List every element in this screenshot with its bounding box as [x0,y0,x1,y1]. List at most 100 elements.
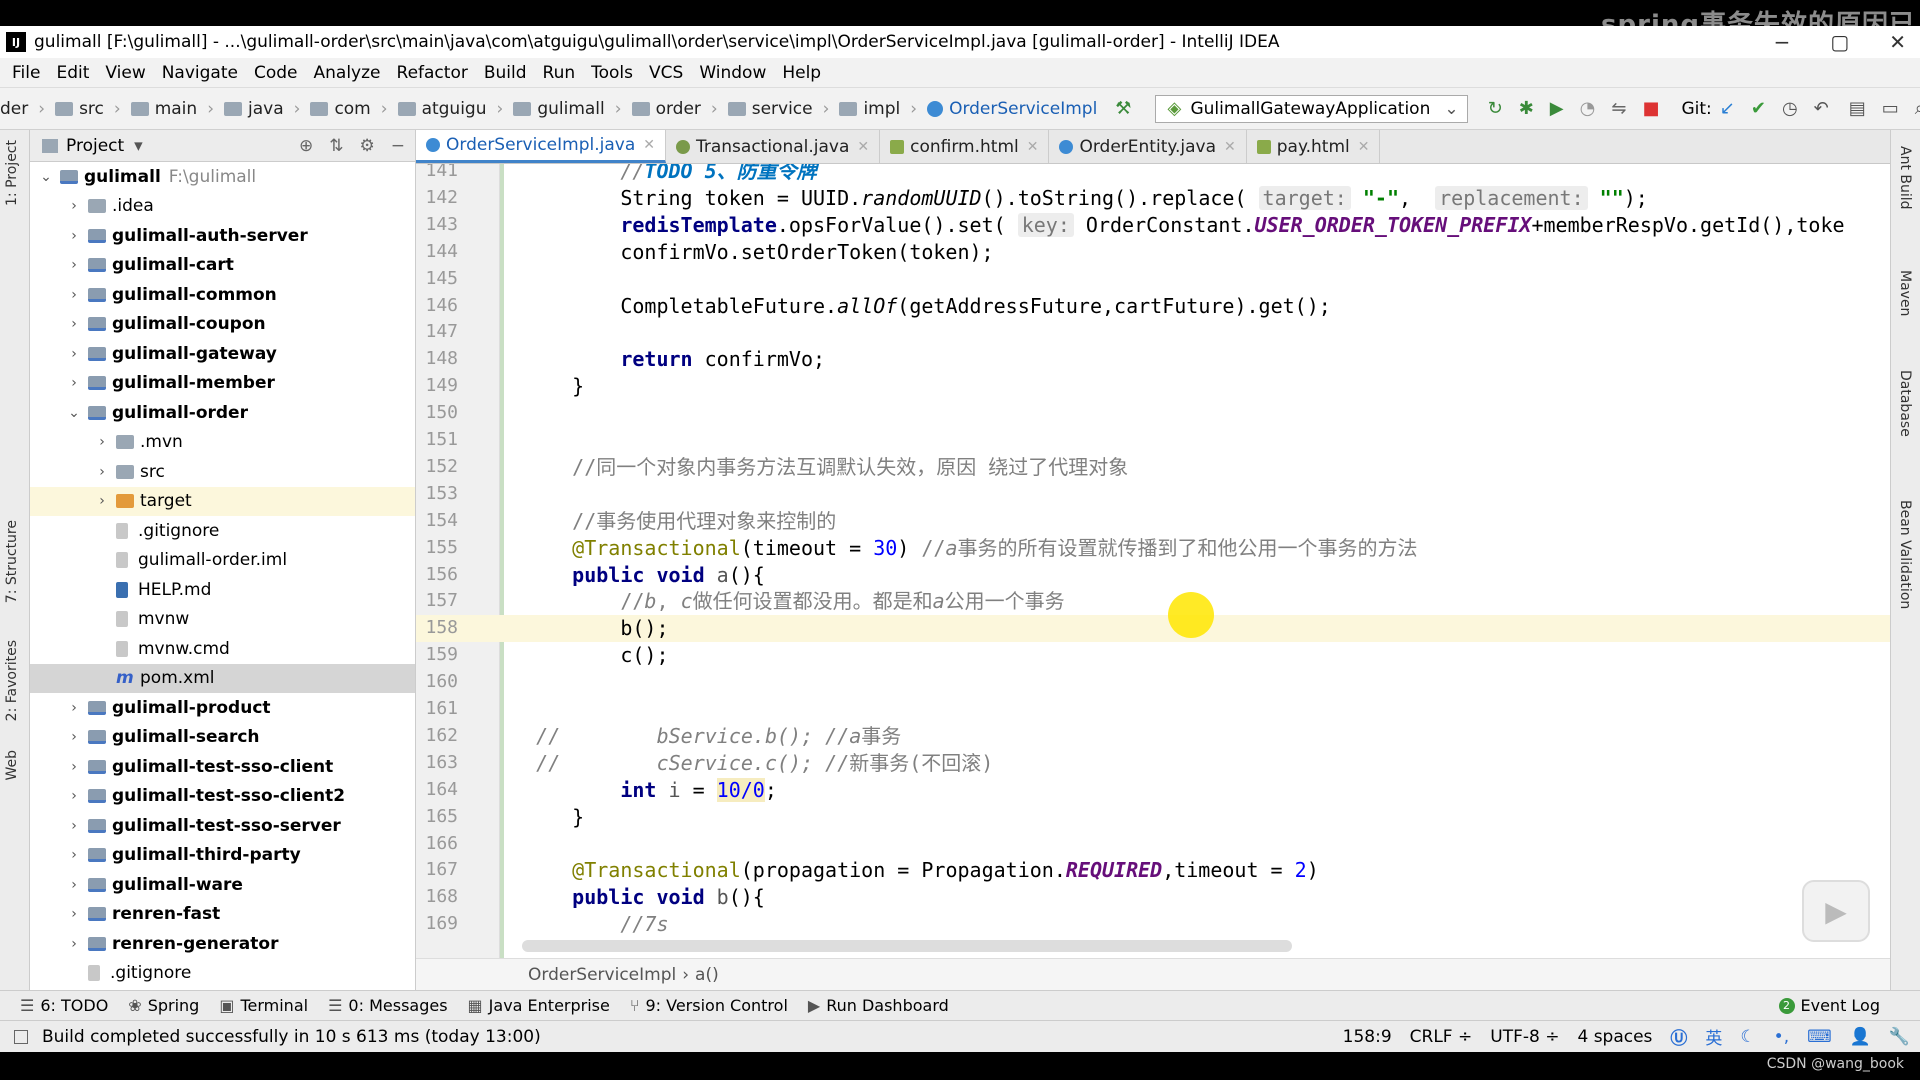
code-editor[interactable]: 141 //TODO 5、防重令牌 142 String token = UUID… [416,164,1890,958]
profile-icon[interactable]: ◔ [1580,98,1596,119]
right-tool-database[interactable]: Database [1897,370,1913,437]
code-line[interactable]: 153 [416,481,1890,508]
chevron-down-icon[interactable]: ▾ [134,136,143,156]
ime-language[interactable]: 英 [1705,1024,1722,1049]
rerun-icon[interactable]: ↻ [1488,98,1503,119]
code-line[interactable]: 159 c(); [416,642,1890,669]
tree-item[interactable]: › gulimall-test-sso-client [30,752,415,782]
close-tab-icon[interactable]: ✕ [1358,139,1370,155]
hide-icon[interactable]: − [391,136,405,156]
breadcrumb-item[interactable]: der › [0,99,45,119]
tree-item[interactable]: › gulimall-test-sso-client2 [30,782,415,812]
collapse-all-icon[interactable]: ⇅ [329,136,343,156]
tool-window-spring[interactable]: ❀ Spring [128,996,199,1015]
chevron-right-icon[interactable]: › [66,847,82,863]
close-tab-icon[interactable]: ✕ [643,137,655,153]
breadcrumb-item[interactable]: main › [130,99,214,119]
menu-item-help[interactable]: Help [782,63,821,83]
tree-item[interactable]: › renren-fast [30,900,415,930]
chevron-right-icon[interactable]: › [66,375,82,391]
minimize-icon[interactable]: − [1774,30,1791,54]
git-commit-icon[interactable]: ✔ [1751,98,1766,119]
chevron-right-icon[interactable]: › [66,316,82,332]
chevron-right-icon[interactable]: › [66,818,82,834]
code-line[interactable]: 145 [416,266,1890,293]
file-encoding[interactable]: UTF-8 ÷ [1490,1027,1559,1047]
menu-item-run[interactable]: Run [543,63,576,83]
chevron-right-icon[interactable]: › [66,788,82,804]
tree-item[interactable]: ⌄ gulimall-order [30,398,415,428]
tree-item[interactable]: › gulimall-search [30,723,415,753]
close-tab-icon[interactable]: ✕ [857,139,869,155]
left-tool-1-project[interactable]: 1: Project [4,140,20,206]
code-line[interactable]: 146 CompletableFuture.allOf(getAddressFu… [416,293,1890,320]
code-line[interactable]: 168 public void b(){ [416,884,1890,911]
maximize-icon[interactable]: ▢ [1830,30,1849,54]
tool-window-java-enterprise[interactable]: ▦ Java Enterprise [468,996,610,1015]
locate-icon[interactable]: ⊕ [299,136,313,156]
code-line[interactable]: 166 [416,831,1890,858]
tree-item[interactable]: › gulimall-ware [30,870,415,900]
tree-item[interactable]: › gulimall-auth-server [30,221,415,251]
code-line[interactable]: 149 } [416,373,1890,400]
tree-item[interactable]: m pom.xml [30,663,415,693]
code-line[interactable]: 151 [416,427,1890,454]
chevron-right-icon[interactable]: › [66,700,82,716]
stop-icon[interactable]: ■ [1642,98,1659,119]
breadcrumb-item[interactable]: atguigu › [397,99,503,119]
close-icon[interactable]: ✕ [1889,30,1906,54]
menu-item-code[interactable]: Code [254,63,298,83]
code-line[interactable]: 162 // bService.b(); //a事务 [416,723,1890,750]
tool-window-9-version-control[interactable]: ⑂ 9: Version Control [630,996,788,1015]
left-tool-2-favorites[interactable]: 2: Favorites [4,640,20,721]
status-toggle-icon[interactable] [14,1029,28,1044]
menu-item-edit[interactable]: Edit [56,63,89,83]
tree-item[interactable]: › .idea [30,192,415,222]
chevron-right-icon[interactable]: › [66,759,82,775]
video-play-icon[interactable]: ▶ [1802,880,1870,942]
editor-breadcrumb-item[interactable]: OrderServiceImpl [528,965,676,985]
right-tool-bean-validation[interactable]: Bean Validation [1897,500,1913,609]
code-line[interactable]: 169 //7s [416,911,1890,938]
code-line[interactable]: 156 public void a(){ [416,562,1890,589]
coverage-icon[interactable]: ▶ [1550,98,1564,119]
tab-pay-html[interactable]: pay.html ✕ [1247,130,1381,163]
chevron-right-icon[interactable]: › [66,287,82,303]
chevron-right-icon[interactable]: › [94,434,110,450]
tree-item[interactable]: › gulimall-common [30,280,415,310]
code-line[interactable]: 148 return confirmVo; [416,346,1890,373]
git-update-icon[interactable]: ↙ [1720,98,1735,119]
code-line[interactable]: 143 redisTemplate.opsForValue().set( key… [416,212,1890,239]
right-tool-maven[interactable]: Maven [1897,270,1913,316]
code-line[interactable]: 147 [416,319,1890,346]
code-line[interactable]: 150 [416,400,1890,427]
presentation-icon[interactable]: ▭ [1882,98,1899,119]
tool-window-terminal[interactable]: ▣ Terminal [219,996,308,1015]
build-hammer-icon[interactable]: ⚒ [1115,98,1131,119]
tree-item[interactable]: › gulimall-member [30,369,415,399]
left-tool-web[interactable]: Web [4,750,20,781]
tree-item[interactable]: › src [30,457,415,487]
chevron-right-icon[interactable]: › [66,906,82,922]
close-tab-icon[interactable]: ✕ [1224,139,1236,155]
chevron-right-icon[interactable]: › [66,936,82,952]
breadcrumb-item[interactable]: com › [310,99,388,119]
tool-window-0-messages[interactable]: ☰ 0: Messages [328,996,447,1015]
chevron-right-icon[interactable]: › [66,729,82,745]
git-history-icon[interactable]: ◷ [1782,98,1798,119]
tool-window-run-dashboard[interactable]: ▶ Run Dashboard [808,996,949,1015]
editor-breadcrumb-item[interactable]: a() [695,965,719,985]
tree-item[interactable]: › gulimall-third-party [30,841,415,871]
menu-item-build[interactable]: Build [484,63,527,83]
code-line[interactable]: 142 String token = UUID.randomUUID().toS… [416,185,1890,212]
tab-transactional-java[interactable]: Transactional.java ✕ [666,130,881,163]
breadcrumb-item[interactable]: java › [224,99,300,119]
tree-item[interactable]: HELP.md [30,575,415,605]
tree-item[interactable]: › gulimall-test-sso-server [30,811,415,841]
tool-window-6-todo[interactable]: ☰ 6: TODO [20,996,108,1015]
tree-item[interactable]: .gitignore [30,959,415,989]
code-line[interactable]: 157 //b, c做任何设置都没用。都是和a公用一个事务 [416,588,1890,615]
project-view-label[interactable]: Project [66,136,124,156]
git-rollback-icon[interactable]: ↶ [1814,98,1829,119]
tab-confirm-html[interactable]: confirm.html ✕ [880,130,1050,163]
